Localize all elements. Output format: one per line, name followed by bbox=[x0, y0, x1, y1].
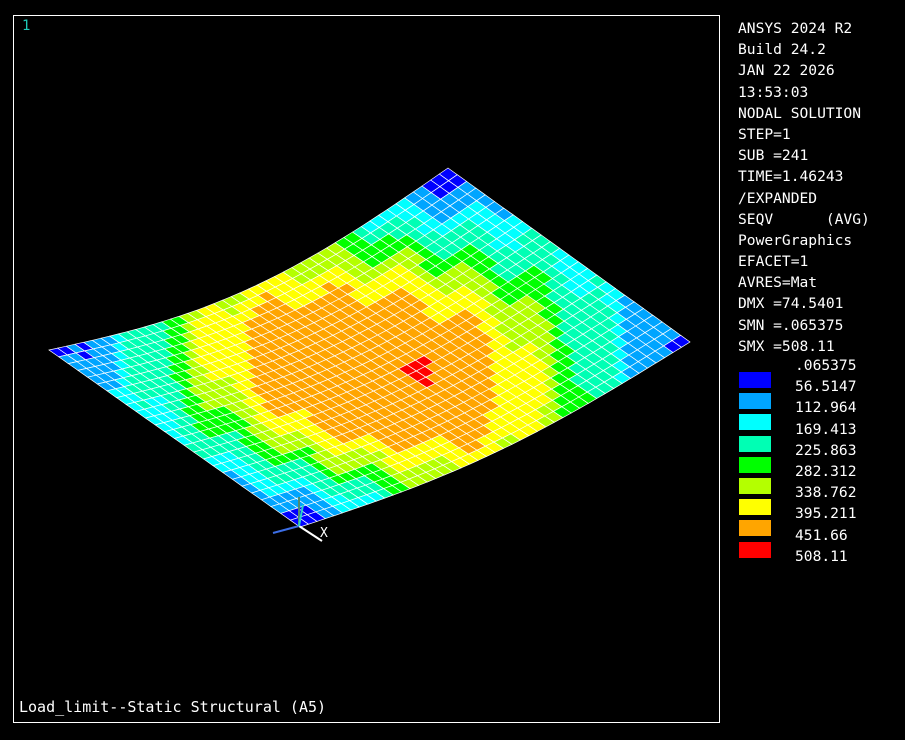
info-line: SMX =508.11 bbox=[738, 337, 835, 355]
info-line: DMX =74.5401 bbox=[738, 295, 844, 313]
legend-swatch bbox=[739, 435, 771, 452]
info-panel: ANSYS 2024 R2 Build 24.2 JAN 22 2026 13:53:… bbox=[738, 18, 870, 357]
legend-value: 112.964 bbox=[795, 399, 857, 417]
legend-swatch bbox=[739, 541, 771, 558]
legend-swatch bbox=[739, 456, 771, 473]
shell-mesh bbox=[48, 167, 691, 528]
legend-value: 169.413 bbox=[795, 420, 857, 438]
legend-value: 338.762 bbox=[795, 484, 857, 502]
info-line: EFACET=1 bbox=[738, 253, 809, 271]
info-line: /EXPANDED bbox=[738, 189, 818, 207]
info-line: AVRES=Mat bbox=[738, 274, 818, 292]
info-line: PowerGraphics bbox=[738, 231, 853, 249]
legend-value: .065375 bbox=[795, 357, 857, 374]
legend-swatch bbox=[739, 520, 771, 537]
info-line: STEP=1 bbox=[738, 125, 791, 143]
legend-value: 225.863 bbox=[795, 441, 857, 459]
legend-value: 282.312 bbox=[795, 463, 857, 480]
legend-value: 508.11 bbox=[795, 547, 848, 565]
info-line: Build 24.2 bbox=[738, 41, 826, 59]
info-line: SUB =241 bbox=[738, 147, 809, 165]
legend-swatch bbox=[739, 372, 771, 388]
info-line: TIME=1.46243 bbox=[738, 168, 844, 186]
info-line: SEQV (AVG) bbox=[738, 210, 870, 228]
contour-legend: .065375 56.5147 112.964 169.413 225.863 282.3… bbox=[738, 357, 898, 577]
triad-x-label: X bbox=[320, 526, 328, 541]
legend-value: 56.5147 bbox=[795, 378, 857, 396]
info-line: 13:53:03 bbox=[738, 83, 809, 101]
legend-value: 451.66 bbox=[795, 526, 848, 544]
info-line: NODAL SOLUTION bbox=[738, 104, 862, 122]
legend-swatch bbox=[739, 414, 771, 431]
legend-swatch bbox=[739, 499, 771, 516]
info-line: SMN =.065375 bbox=[738, 316, 844, 334]
info-line: JAN 22 2026 bbox=[738, 62, 835, 80]
legend-swatch bbox=[739, 393, 771, 410]
legend-value: 395.211 bbox=[795, 505, 857, 523]
info-line: ANSYS 2024 R2 bbox=[738, 20, 853, 37]
legend-swatch bbox=[739, 478, 771, 494]
